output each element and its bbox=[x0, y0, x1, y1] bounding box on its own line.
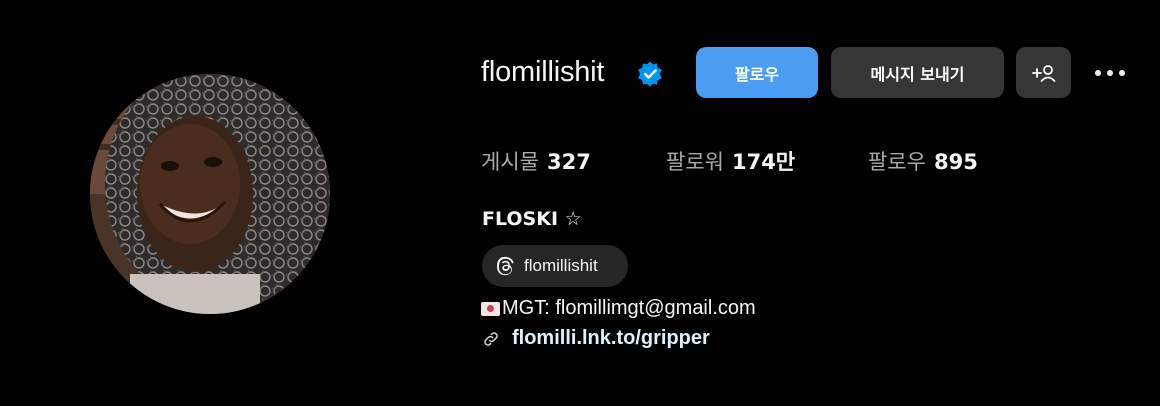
suggested-accounts-button[interactable] bbox=[1016, 47, 1071, 98]
bio-external-link[interactable]: flomilli.lnk.to/gripper bbox=[482, 327, 710, 350]
stat-followers-value: 174만 bbox=[731, 150, 796, 174]
link-chain-icon bbox=[484, 331, 498, 346]
profile-avatar[interactable] bbox=[90, 74, 330, 314]
stat-posts-value: 327 bbox=[546, 150, 591, 174]
threads-profile-link[interactable]: flomillishit bbox=[482, 245, 628, 287]
bio-link-url[interactable]: flomilli.lnk.to/gripper bbox=[512, 327, 710, 350]
threads-handle: flomillishit bbox=[524, 256, 598, 275]
bio-contact-text: MGT: flomillimgt@gmail.com bbox=[502, 297, 756, 319]
more-dot bbox=[1119, 70, 1125, 76]
stat-following-label: 팔로우 bbox=[868, 150, 926, 174]
profile-header: flomillishit 팔로우 메시지 보내기 게시물 327 팔로워 174만 … bbox=[0, 0, 1160, 406]
verified-badge-icon bbox=[636, 60, 664, 88]
avatar-image bbox=[90, 74, 330, 314]
stat-followers[interactable]: 팔로워 174만 bbox=[666, 146, 795, 176]
stat-following-value: 895 bbox=[933, 150, 978, 174]
stat-followers-label: 팔로워 bbox=[666, 150, 724, 174]
profile-full-name: FLOSKI ☆ bbox=[482, 208, 582, 230]
more-dot bbox=[1107, 70, 1113, 76]
stat-posts: 게시물 327 bbox=[481, 146, 591, 176]
love-letter-icon bbox=[481, 301, 500, 316]
more-dot bbox=[1095, 70, 1101, 76]
stat-following[interactable]: 팔로우 895 bbox=[868, 146, 978, 176]
profile-username: flomillishit bbox=[481, 56, 605, 88]
threads-logo-icon bbox=[497, 256, 514, 276]
follow-button[interactable]: 팔로우 bbox=[696, 47, 818, 98]
stat-posts-label: 게시물 bbox=[481, 150, 539, 174]
add-person-icon bbox=[1031, 64, 1055, 82]
more-options-icon[interactable] bbox=[1090, 60, 1130, 86]
bio-contact-line: MGT: flomillimgt@gmail.com bbox=[481, 297, 756, 320]
send-message-button[interactable]: 메시지 보내기 bbox=[831, 47, 1004, 98]
